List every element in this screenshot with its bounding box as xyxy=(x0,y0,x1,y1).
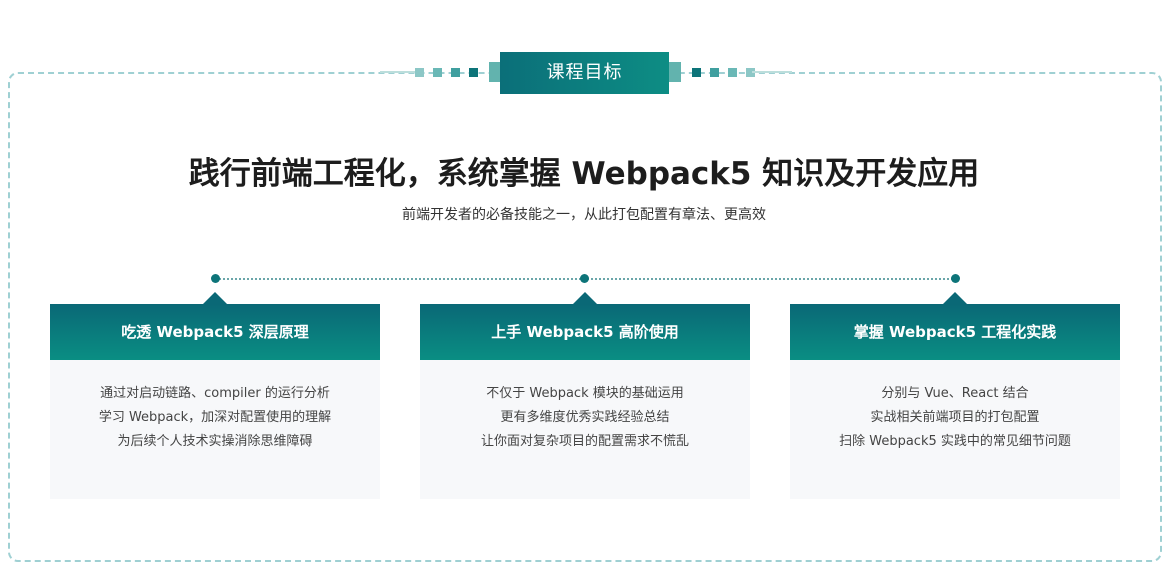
header-square xyxy=(710,68,719,77)
card-line: 扫除 Webpack5 实践中的常见细节问题 xyxy=(839,434,1071,449)
header-square xyxy=(728,68,737,77)
goal-card-principles: 吃透 Webpack5 深层原理 通过对启动链路、compiler 的运行分析 … xyxy=(50,292,380,499)
connector-node xyxy=(211,274,220,283)
card-header: 掌握 Webpack5 工程化实践 xyxy=(790,292,1120,360)
card-body: 不仅于 Webpack 模块的基础运用 更有多维度优秀实践经验总结 让你面对复杂… xyxy=(420,360,750,454)
card-title: 掌握 Webpack5 工程化实践 xyxy=(853,323,1057,341)
header-square xyxy=(433,68,442,77)
card-notch xyxy=(203,292,227,304)
header-line-right xyxy=(752,71,792,73)
goal-card-engineering: 掌握 Webpack5 工程化实践 分别与 Vue、React 结合 实战相关前… xyxy=(790,292,1120,499)
card-header: 上手 Webpack5 高阶使用 xyxy=(420,292,750,360)
connector-node xyxy=(951,274,960,283)
card-line: 不仅于 Webpack 模块的基础运用 xyxy=(486,386,684,401)
card-line: 分别与 Vue、React 结合 xyxy=(881,386,1029,401)
card-notch xyxy=(573,292,597,304)
header-square xyxy=(451,68,460,77)
card-line: 让你面对复杂项目的配置需求不慌乱 xyxy=(480,434,689,449)
card-line: 通过对启动链路、compiler 的运行分析 xyxy=(100,386,330,401)
header-line-left xyxy=(380,71,420,73)
card-title: 上手 Webpack5 高阶使用 xyxy=(491,323,679,341)
card-line: 更有多维度优秀实践经验总结 xyxy=(500,410,670,425)
goal-card-advanced: 上手 Webpack5 高阶使用 不仅于 Webpack 模块的基础运用 更有多… xyxy=(420,292,750,499)
header-square xyxy=(415,68,424,77)
card-body: 分别与 Vue、React 结合 实战相关前端项目的打包配置 扫除 Webpac… xyxy=(790,360,1120,454)
header-square xyxy=(469,68,478,77)
section-header: 课程目标 xyxy=(0,50,1168,96)
page-subtitle: 前端开发者的必备技能之一，从此打包配置有章法、更高效 xyxy=(402,207,766,223)
connector-node xyxy=(580,274,589,283)
page-title: 践行前端工程化，系统掌握 Webpack5 知识及开发应用 xyxy=(188,156,980,192)
section-badge: 课程目标 xyxy=(500,52,669,94)
card-line: 实战相关前端项目的打包配置 xyxy=(870,410,1040,425)
card-title: 吃透 Webpack5 深层原理 xyxy=(121,323,309,341)
header-square xyxy=(692,68,701,77)
badge-tab-right xyxy=(669,62,681,82)
card-notch xyxy=(943,292,967,304)
card-body: 通过对启动链路、compiler 的运行分析 学习 Webpack，加深对配置使… xyxy=(50,360,380,454)
card-line: 为后续个人技术实操消除思维障碍 xyxy=(117,434,313,449)
card-line: 学习 Webpack，加深对配置使用的理解 xyxy=(98,410,332,425)
card-header: 吃透 Webpack5 深层原理 xyxy=(50,292,380,360)
